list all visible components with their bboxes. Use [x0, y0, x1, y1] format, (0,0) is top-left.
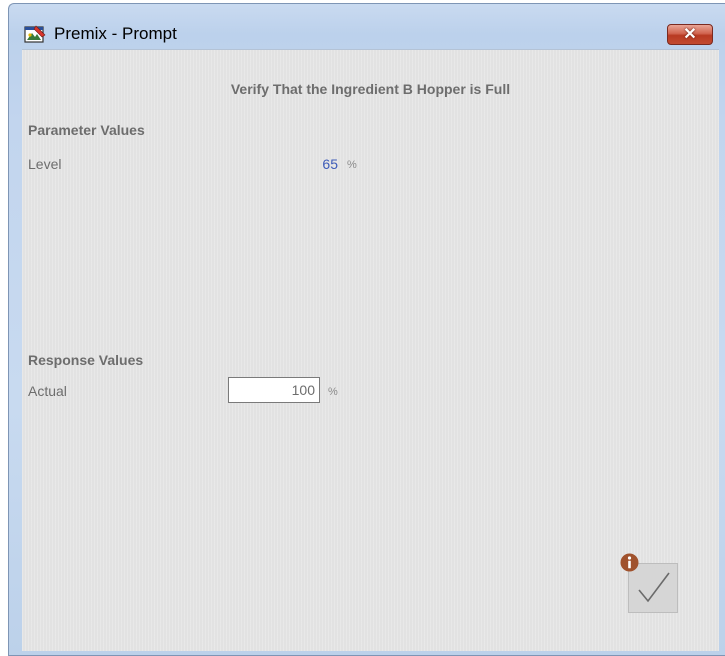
response-unit-actual: %	[328, 386, 338, 398]
prompt-title: Verify That the Ingredient B Hopper is F…	[230, 81, 511, 97]
close-icon: ✕	[683, 26, 697, 43]
close-button[interactable]: ✕	[667, 24, 713, 45]
window-title: Premix - Prompt	[54, 24, 177, 43]
info-icon	[620, 553, 639, 572]
parameter-unit-level: %	[347, 159, 357, 171]
response-values-heading: Response Values	[28, 352, 144, 368]
parameter-label-level: Level	[28, 156, 62, 172]
prompt-panel: Verify That the Ingredient B Hopper is F…	[22, 49, 719, 651]
parameter-values-heading: Parameter Values	[28, 122, 145, 138]
parameter-value-level: 65	[322, 156, 338, 172]
dialog-window: Premix - Prompt ✕ Verify That the Ingred…	[8, 3, 725, 656]
premix-app-icon	[24, 25, 46, 43]
response-label-actual: Actual	[28, 383, 67, 399]
response-input-actual[interactable]	[228, 377, 320, 403]
title-bar[interactable]: Premix - Prompt ✕	[9, 4, 725, 45]
